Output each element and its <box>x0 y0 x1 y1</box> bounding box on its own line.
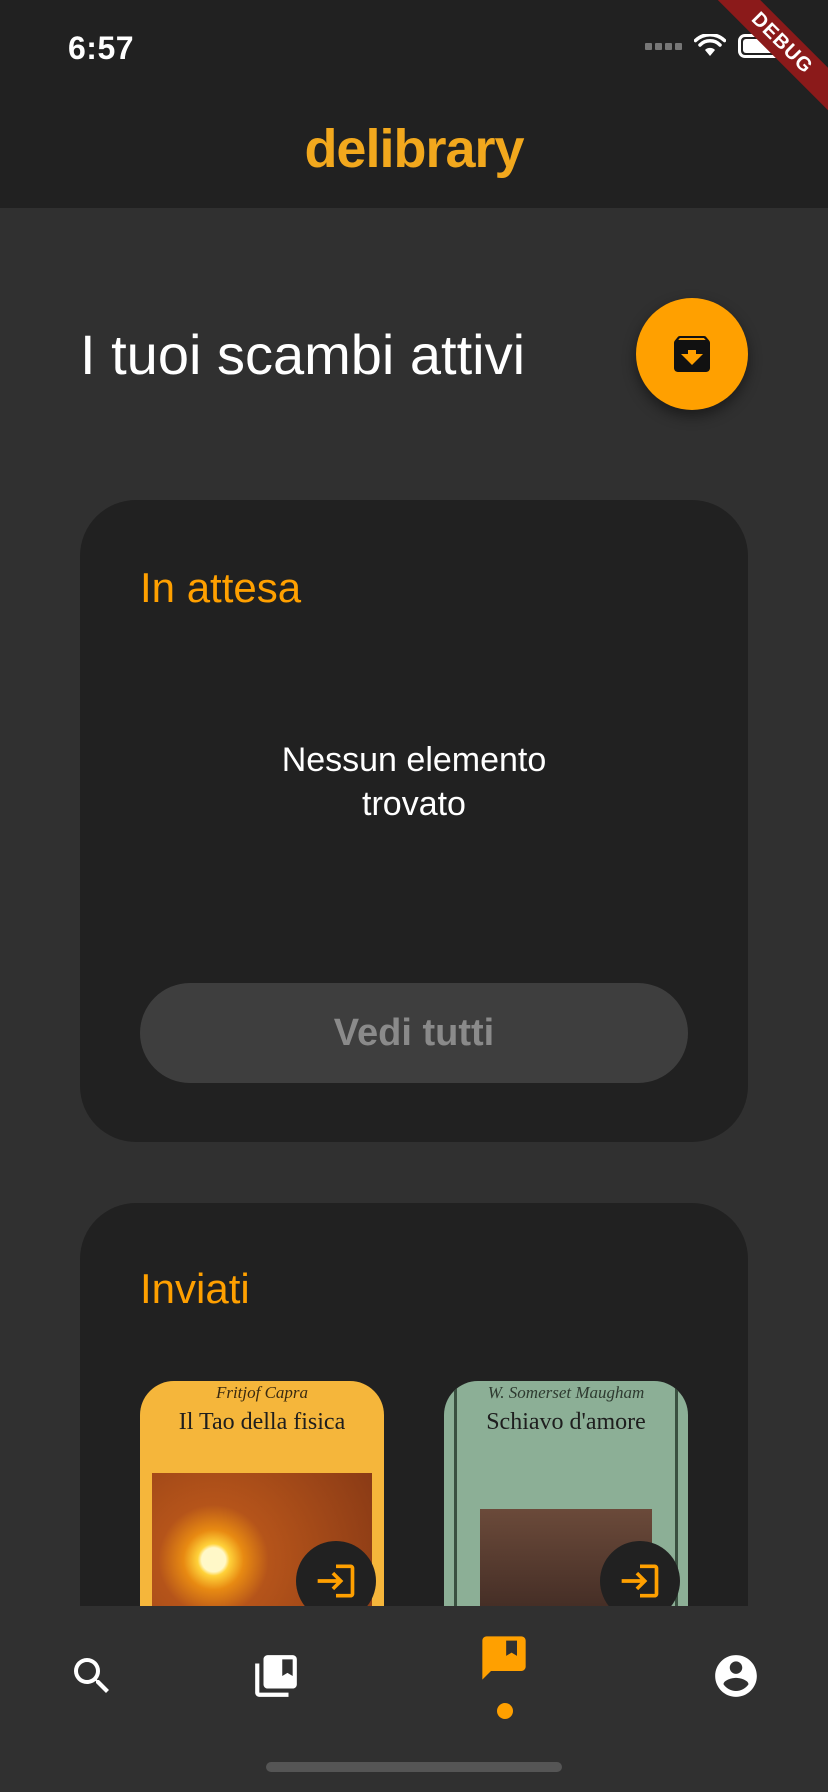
book-title: Il Tao della fisica <box>178 1409 346 1435</box>
page-title: I tuoi scambi attivi <box>80 323 526 386</box>
debug-banner: DEBUG <box>708 0 828 120</box>
nav-library[interactable] <box>246 1646 306 1706</box>
debug-label: DEBUG <box>708 0 828 118</box>
empty-message: Nessun elemento trovato <box>281 741 547 823</box>
sent-title: Inviati <box>140 1265 250 1312</box>
nav-profile[interactable] <box>706 1646 766 1706</box>
status-time: 6:57 <box>68 30 135 66</box>
status-bar: 6:57 <box>0 0 828 90</box>
archive-download-icon <box>674 336 710 372</box>
pending-title: In attesa <box>140 564 302 611</box>
nav-exchanges[interactable] <box>474 1628 534 1688</box>
book-card[interactable]: Fritjof Capra Il Tao della fisica <box>140 1381 384 1606</box>
book-author: Fritjof Capra <box>215 1383 309 1402</box>
archive-button[interactable] <box>636 298 748 410</box>
account-circle-icon <box>715 1655 757 1697</box>
book-card[interactable]: W. Somerset Maugham Schiavo d'amore <box>444 1381 688 1606</box>
pending-card: In attesa Nessun elemento trovato Vedi t… <box>80 500 748 1142</box>
cellular-signal-icon <box>645 42 682 50</box>
app-bar: delibrary <box>0 90 828 208</box>
see-all-button[interactable]: Vedi tutti <box>140 983 688 1083</box>
sent-card: Inviati Fritjof Capra Il Tao della fisic… <box>80 1203 748 1606</box>
exchange-bookmark-icon <box>482 1636 526 1680</box>
library-books-icon <box>255 1655 297 1697</box>
login-arrow-icon <box>621 1564 659 1598</box>
app-title: delibrary <box>304 119 524 179</box>
book-author: W. Somerset Maugham <box>487 1383 645 1402</box>
active-indicator-dot <box>497 1703 513 1719</box>
search-icon <box>74 1658 109 1693</box>
login-arrow-icon <box>317 1564 355 1598</box>
nav-search[interactable] <box>62 1646 122 1706</box>
book-title: Schiavo d'amore <box>486 1409 646 1435</box>
home-indicator <box>266 1762 562 1772</box>
